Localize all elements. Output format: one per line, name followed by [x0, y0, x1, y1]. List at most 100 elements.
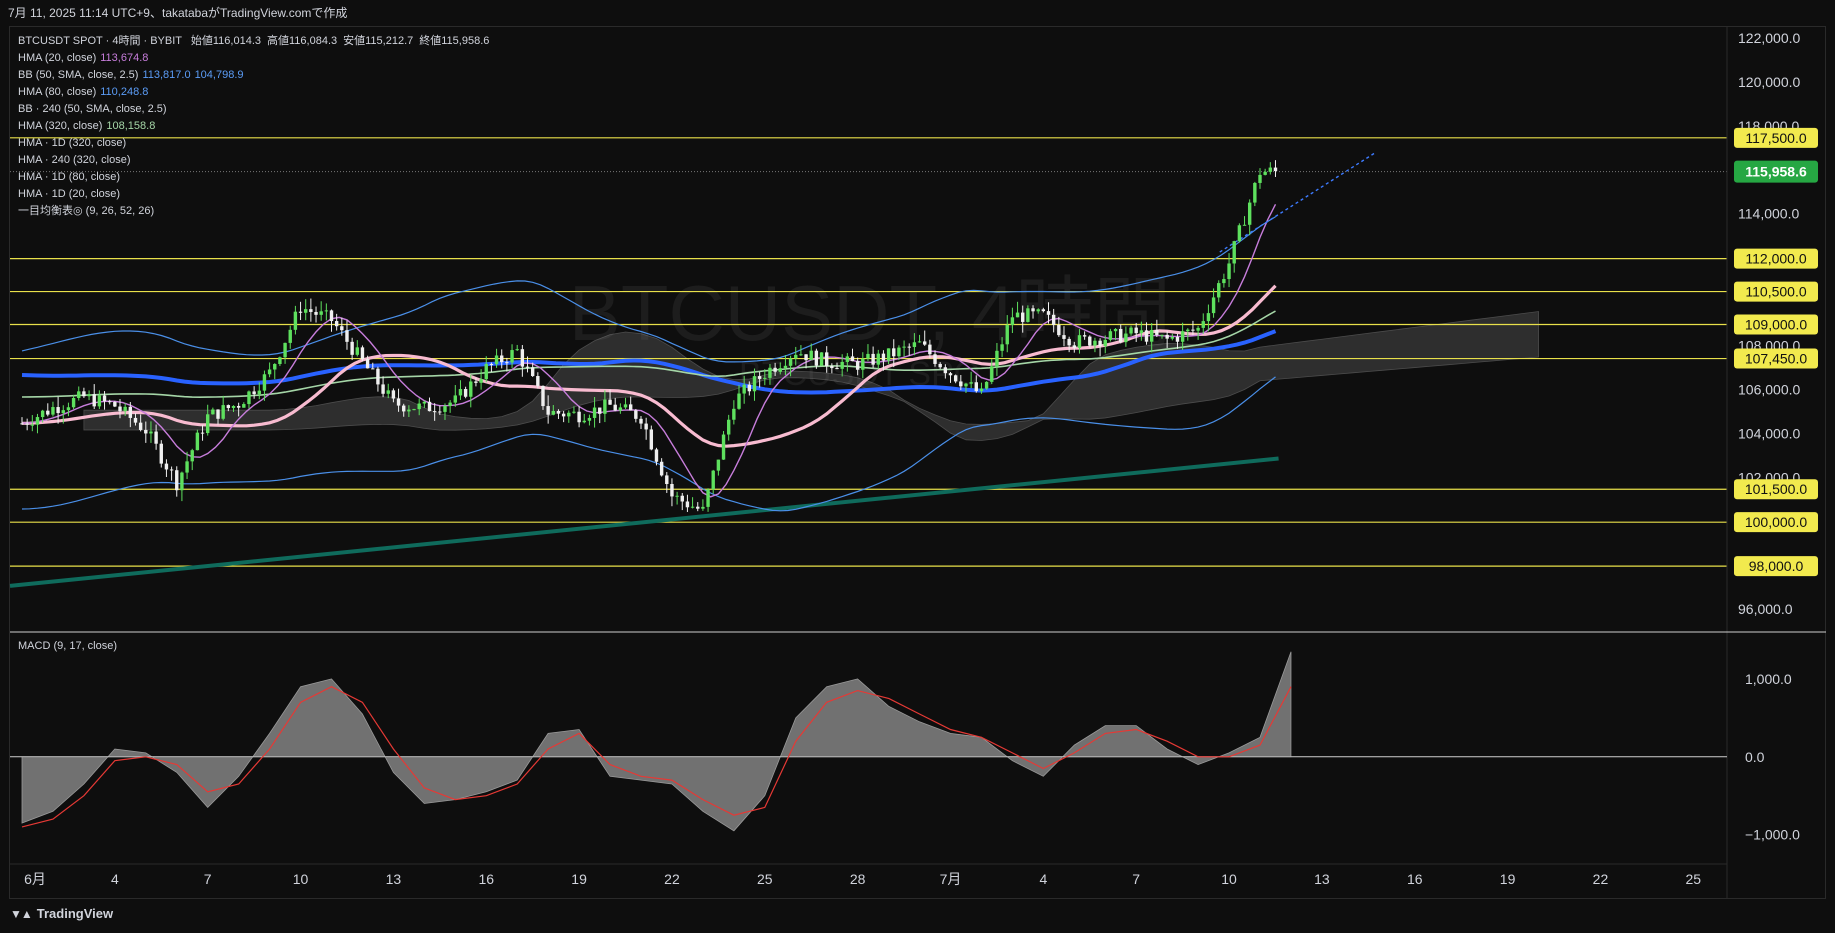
- time-tick-label: 10: [293, 871, 309, 887]
- candle-body: [897, 347, 901, 357]
- candle-body: [1253, 182, 1257, 203]
- candle-body: [1160, 334, 1164, 336]
- legend-title-row: BTCUSDT SPOT · 4時間 · BYBIT 始値116,014.3 高値…: [18, 33, 489, 50]
- indicator-row[interactable]: 一目均衡表◎ (9, 26, 52, 26): [18, 203, 489, 220]
- indicator-row[interactable]: HMA · 1D (80, close): [18, 169, 489, 186]
- candle-body: [881, 353, 886, 361]
- candle-body: [350, 341, 354, 355]
- candle-body: [659, 461, 664, 476]
- candle-body: [582, 420, 586, 423]
- candle-body: [572, 411, 576, 413]
- indicator-list: HMA (20, close) 113,674.8 BB (50, SMA, clo…: [18, 50, 489, 220]
- candle-body: [551, 410, 556, 415]
- indicator-name: HMA · 1D (20, close): [18, 188, 121, 200]
- candle-body: [443, 405, 447, 412]
- price-tick-label: 120,000.0: [1738, 74, 1800, 90]
- candle-body: [628, 404, 633, 411]
- candle-body: [283, 342, 287, 358]
- tradingview-logo-icon: ▼▲: [10, 906, 33, 921]
- candle-body: [923, 341, 927, 345]
- candle-body: [675, 495, 679, 497]
- candle-body: [221, 405, 225, 419]
- candle-body: [133, 417, 138, 423]
- candle-body: [288, 329, 292, 343]
- candle-body: [340, 326, 344, 331]
- indicator-row[interactable]: HMA (20, close) 113,674.8: [18, 50, 489, 67]
- tradingview-logo[interactable]: ▼▲ TradingView: [10, 906, 113, 921]
- legend-title: BTCUSDT SPOT · 4時間 · BYBIT: [18, 35, 182, 47]
- ohlc-item: 始値116,014.3: [190, 35, 261, 47]
- candle-body: [1124, 333, 1128, 343]
- candle-body: [195, 432, 200, 451]
- time-tick-label: 6月: [24, 871, 46, 887]
- candle-body: [293, 311, 298, 330]
- candle-body: [247, 391, 251, 405]
- indicator-row[interactable]: HMA · 1D (20, close): [18, 186, 489, 203]
- candle-body: [515, 349, 519, 351]
- time-tick-label: 4: [1039, 871, 1047, 887]
- time-tick-label: 13: [386, 871, 402, 887]
- candle-body: [608, 399, 612, 405]
- indicator-row[interactable]: HMA (80, close) 110,248.8: [18, 84, 489, 101]
- candle-body: [835, 368, 839, 370]
- indicator-name: HMA · 1D (320, close): [18, 137, 127, 149]
- candle-body: [1129, 327, 1133, 334]
- time-tick-label: 19: [1500, 871, 1516, 887]
- candle-body: [381, 384, 385, 394]
- indicator-row[interactable]: HMA · 240 (320, close): [18, 152, 489, 169]
- indicator-row[interactable]: HMA · 1D (320, close): [18, 135, 489, 152]
- candle-body: [701, 506, 705, 509]
- indicator-value: 113,674.8: [100, 52, 149, 64]
- candle-body: [216, 409, 220, 419]
- candle-body: [77, 391, 81, 399]
- candle-body: [763, 377, 767, 379]
- candle-body: [128, 406, 133, 418]
- candle-body: [298, 311, 303, 313]
- candle-body: [1067, 338, 1071, 346]
- candle-body: [252, 391, 256, 395]
- candle-body: [185, 461, 189, 473]
- candle-body: [309, 309, 313, 312]
- candle-body: [1180, 331, 1185, 342]
- indicator-row[interactable]: HMA (320, close) 108,158.8: [18, 118, 489, 135]
- candle-body: [814, 350, 819, 366]
- candle-body: [226, 405, 231, 409]
- candle-body: [242, 404, 246, 408]
- candle-body: [1175, 336, 1180, 342]
- candle-body: [799, 354, 803, 356]
- tradingview-logo-text: TradingView: [36, 906, 114, 921]
- candle-body: [365, 359, 370, 369]
- candle-body: [463, 389, 468, 397]
- indicator-name: BB · 240 (50, SMA, close, 2.5): [18, 103, 167, 115]
- candle-body: [432, 411, 437, 413]
- candle-body: [984, 381, 989, 389]
- candle-body: [144, 429, 148, 434]
- candle-body: [87, 394, 91, 397]
- time-tick-label: 13: [1314, 871, 1330, 887]
- candle-body: [757, 376, 762, 379]
- candle-body: [123, 406, 127, 412]
- candle-body: [484, 363, 488, 380]
- candle-body: [417, 403, 421, 410]
- candle-body: [685, 501, 690, 508]
- candle-body: [360, 347, 365, 360]
- candle-body: [107, 401, 112, 403]
- candle-body: [788, 358, 793, 366]
- candle-body: [448, 402, 452, 406]
- candle-body: [180, 472, 184, 491]
- indicator-row[interactable]: BB · 240 (50, SMA, close, 2.5): [18, 101, 489, 118]
- indicator-row[interactable]: BB (50, SMA, close, 2.5) 113,817.0 104,798…: [18, 67, 489, 84]
- candle-body: [494, 355, 499, 365]
- time-tick-label: 25: [1686, 871, 1702, 887]
- candle-body: [830, 366, 834, 369]
- candle-body: [742, 384, 746, 394]
- candle-body: [613, 404, 617, 411]
- candle-body: [530, 367, 535, 377]
- time-tick-label: 4: [111, 871, 119, 887]
- candle-body: [592, 407, 597, 418]
- candle-body: [1258, 174, 1262, 183]
- candle-body: [866, 353, 870, 359]
- candle-body: [479, 379, 483, 383]
- level-price-label: 117,500.0: [1745, 130, 1806, 146]
- candle-body: [809, 350, 813, 361]
